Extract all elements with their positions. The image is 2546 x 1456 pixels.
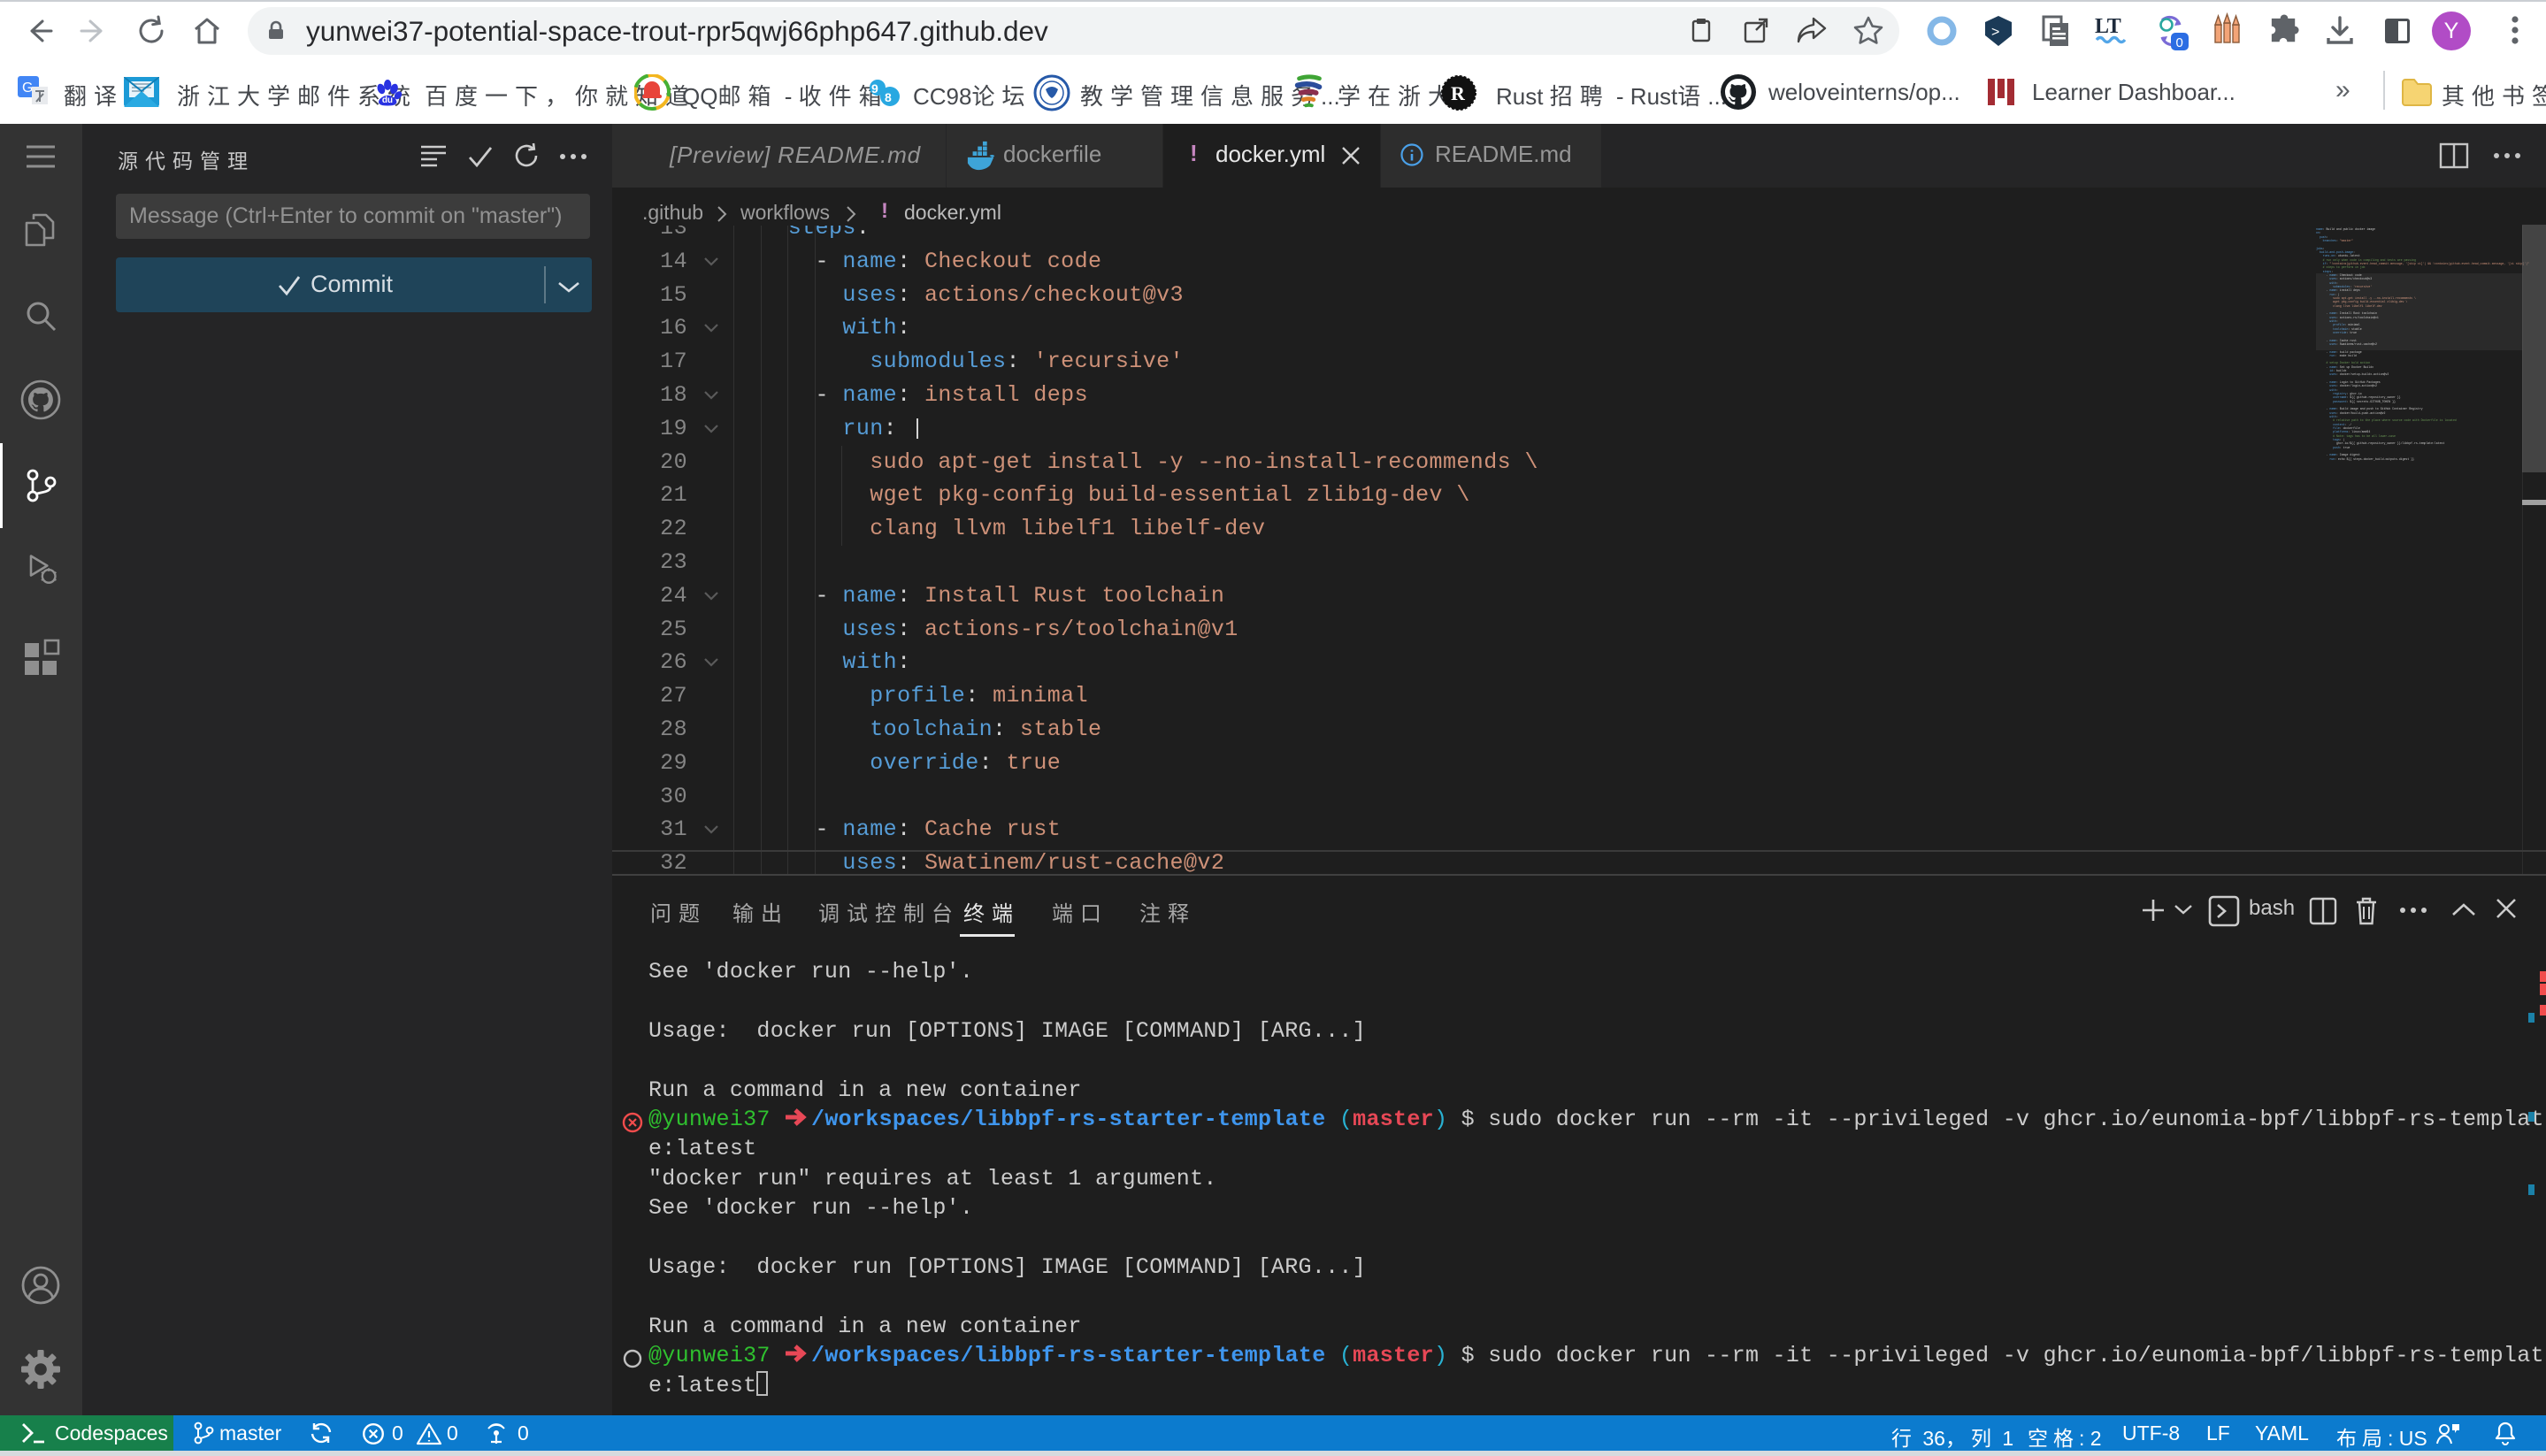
svg-text:R: R — [1451, 82, 1466, 104]
svg-text:>: > — [1991, 25, 1999, 40]
svg-text:LT: LT — [2095, 15, 2121, 38]
svg-text:8: 8 — [885, 90, 892, 104]
svg-text:0: 0 — [2176, 35, 2183, 50]
svg-text:du: du — [382, 96, 393, 105]
svg-text:9: 9 — [871, 81, 878, 96]
svg-text:G: G — [22, 80, 33, 96]
